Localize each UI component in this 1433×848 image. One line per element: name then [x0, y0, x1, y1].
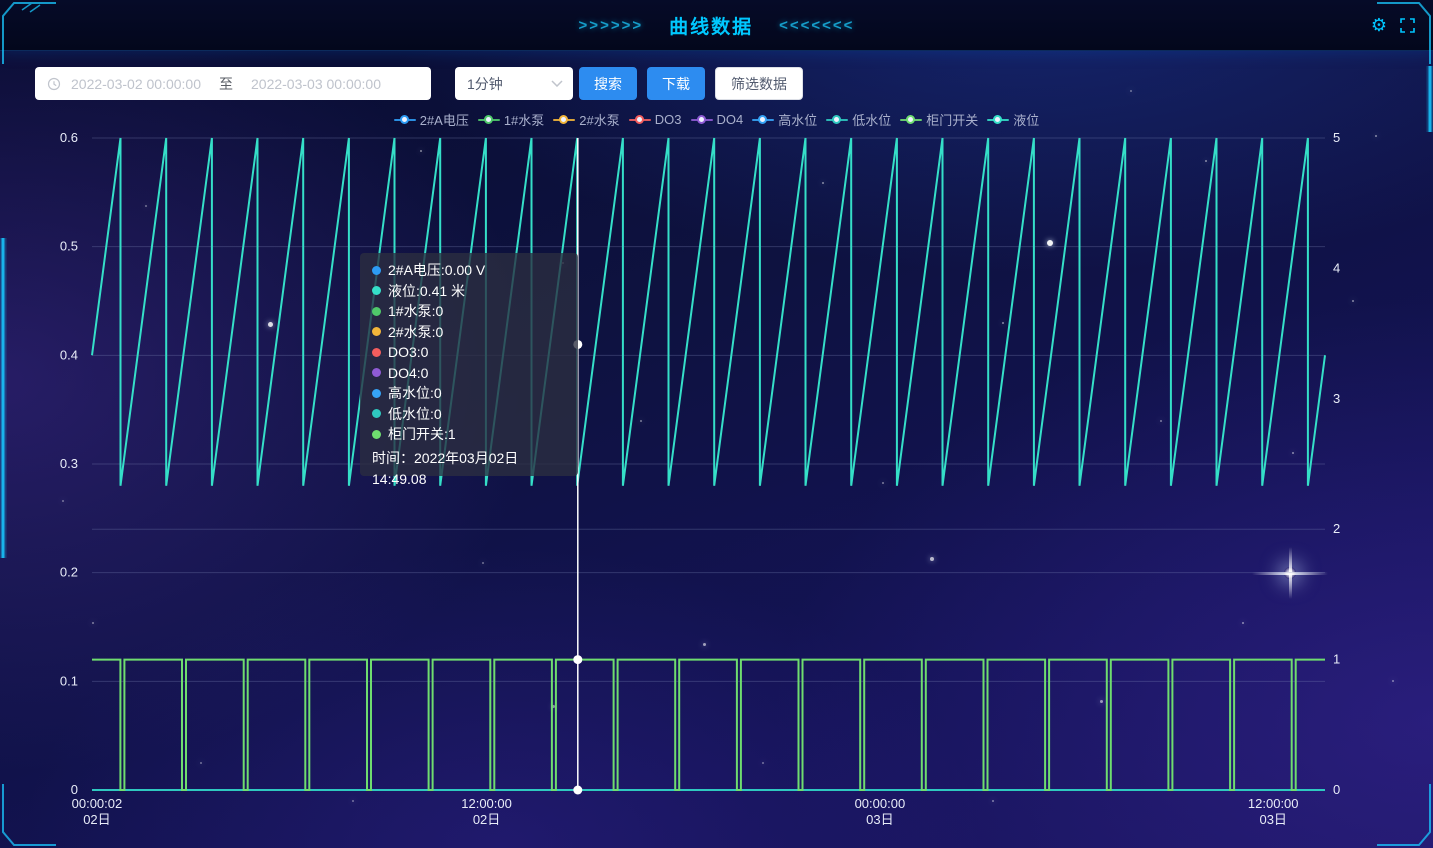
legend-marker-icon [629, 115, 651, 124]
legend-label: 2#A电压 [420, 110, 469, 129]
series-color-dot [372, 368, 381, 377]
legend-item-6[interactable]: 高水位 [752, 110, 817, 129]
legend-label: DO3 [655, 112, 682, 127]
tooltip-time: 时间：2022年03月02日 14:49.08 [372, 448, 566, 469]
y-axis-right-label: 2 [1333, 521, 1340, 536]
legend-item-5[interactable]: DO4 [691, 110, 744, 129]
legend-item-8[interactable]: 柜门开关 [900, 110, 978, 129]
y-axis-right-label: 4 [1333, 260, 1340, 275]
y-axis-left-label: 0.6 [60, 130, 78, 145]
search-button[interactable]: 搜索 [579, 67, 637, 100]
legend-label: 柜门开关 [926, 110, 978, 129]
y-axis-left-label: 0 [71, 782, 78, 797]
x-axis-label-day: 03日 [1259, 812, 1286, 827]
clock-icon [47, 77, 61, 91]
x-axis-label-time: 12:00:00 [461, 796, 512, 811]
tooltip-item: DO3:0 [372, 342, 566, 363]
legend-marker-icon [478, 115, 500, 124]
legend-label: 高水位 [778, 110, 817, 129]
tooltip-item: 液位:0.41 米 [372, 281, 566, 302]
tooltip-item: 1#水泵:0 [372, 301, 566, 322]
y-axis-left-label: 0.1 [60, 673, 78, 688]
chevron-down-icon [551, 80, 563, 87]
y-axis-right-label: 3 [1333, 391, 1340, 406]
crosshair-dot-zero-group [573, 786, 582, 795]
toolbar: 2022-03-02 00:00:00 至 2022-03-03 00:00:0… [35, 67, 803, 100]
header-deco-left: >>>>>> [579, 17, 644, 34]
legend-marker-icon [826, 115, 848, 124]
series-color-dot [372, 266, 381, 275]
legend-item-4[interactable]: DO3 [629, 110, 682, 129]
series-line-液位 [92, 138, 1325, 486]
legend-item-2[interactable]: 1#水泵 [478, 110, 544, 129]
filter-data-button[interactable]: 筛选数据 [715, 67, 803, 100]
series-color-dot [372, 348, 381, 357]
interval-select[interactable]: 1分钟 [455, 67, 573, 100]
series-color-dot [372, 409, 381, 418]
date-start-value: 2022-03-02 00:00:00 [71, 76, 201, 92]
settings-gear-icon[interactable]: ⚙ [1371, 16, 1387, 34]
header-deco-right: <<<<<<< [779, 17, 854, 34]
chart-tooltip: 2#A电压:0.00 V液位:0.41 米1#水泵:02#水泵:0DO3:0DO… [360, 253, 578, 476]
tooltip-item: 2#水泵:0 [372, 322, 566, 343]
legend-item-9[interactable]: 液位 [987, 110, 1039, 129]
tooltip-item: 低水位:0 [372, 404, 566, 425]
x-axis-label-day: 03日 [866, 812, 893, 827]
tooltip-items: 2#A电压:0.00 V液位:0.41 米1#水泵:02#水泵:0DO3:0DO… [372, 260, 566, 445]
date-range-input[interactable]: 2022-03-02 00:00:00 至 2022-03-03 00:00:0… [35, 67, 431, 100]
y-axis-right-label: 5 [1333, 130, 1340, 145]
x-axis-label-time: 00:00:00 [855, 796, 906, 811]
y-axis-right-label: 0 [1333, 782, 1340, 797]
legend-marker-icon [691, 115, 713, 124]
legend-label: 2#水泵 [579, 110, 619, 129]
x-axis-label-day: 02日 [83, 812, 110, 827]
legend-marker-icon [394, 115, 416, 124]
tooltip-item: DO4:0 [372, 363, 566, 384]
fullscreen-icon[interactable] [1400, 18, 1415, 33]
series-color-dot [372, 307, 381, 316]
download-button[interactable]: 下载 [647, 67, 705, 100]
legend-label: DO4 [717, 112, 744, 127]
page-title: 曲线数据 [669, 12, 753, 39]
legend-label: 低水位 [852, 110, 891, 129]
series-color-dot [372, 327, 381, 336]
legend-marker-icon [553, 115, 575, 124]
y-axis-left-label: 0.5 [60, 239, 78, 254]
series-color-dot [372, 286, 381, 295]
y-axis-left-label: 0.4 [60, 347, 78, 362]
tooltip-item: 柜门开关:1 [372, 424, 566, 445]
crosshair-dot-柜门开关 [573, 655, 582, 664]
tooltip-item: 高水位:0 [372, 383, 566, 404]
legend-item-1[interactable]: 2#A电压 [394, 110, 469, 129]
legend-marker-icon [987, 115, 1009, 124]
legend-marker-icon [752, 115, 774, 124]
legend-marker-icon [900, 115, 922, 124]
legend-item-7[interactable]: 低水位 [826, 110, 891, 129]
interval-selected-value: 1分钟 [467, 74, 503, 94]
x-axis-label-day: 02日 [473, 812, 500, 827]
x-axis-label-time: 00:00:02 [72, 796, 123, 811]
date-end-value: 2022-03-03 00:00:00 [251, 76, 381, 92]
series-color-dot [372, 430, 381, 439]
y-axis-right-label: 1 [1333, 652, 1340, 667]
series-color-dot [372, 389, 381, 398]
x-axis-label-time: 12:00:00 [1248, 796, 1299, 811]
series-line-柜门开关 [92, 660, 1325, 790]
y-axis-left-label: 0.2 [60, 565, 78, 580]
legend-label: 1#水泵 [504, 110, 544, 129]
legend-item-3[interactable]: 2#水泵 [553, 110, 619, 129]
header-bar: >>>>>> 曲线数据 <<<<<<< ⚙ [0, 0, 1433, 51]
header-actions: ⚙ [1371, 0, 1415, 50]
tooltip-item: 2#A电压:0.00 V [372, 260, 566, 281]
app-root: >>>>>> 曲线数据 <<<<<<< ⚙ 2022-03-02 00:00:0… [0, 0, 1433, 848]
date-separator: 至 [219, 74, 233, 94]
legend-label: 液位 [1013, 110, 1039, 129]
y-axis-left-label: 0.3 [60, 456, 78, 471]
chart-legend: 2#A电压 1#水泵 2#水泵 DO3 DO4 高水位 低水位 柜门开关 液位 [0, 110, 1433, 129]
